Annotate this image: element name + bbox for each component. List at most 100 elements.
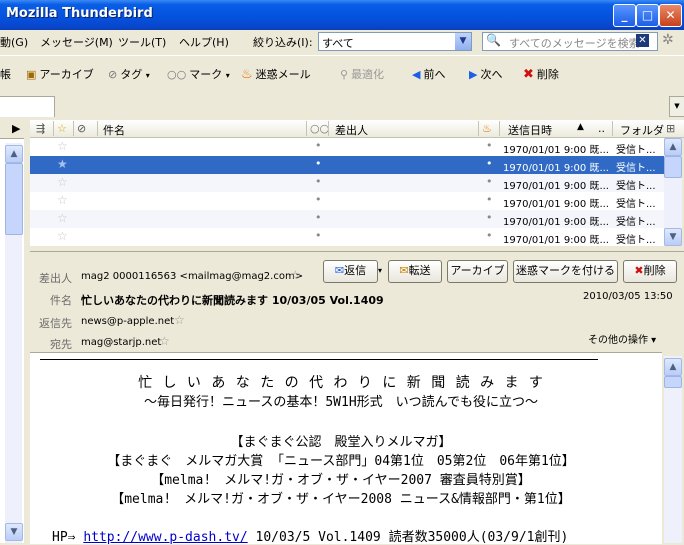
mark-button[interactable]: ○○ マーク ▾	[167, 66, 230, 82]
message-row[interactable]: ☆ • • 1970/01/01 9:00 既... 受信ト...	[30, 228, 664, 246]
junk-dot-icon[interactable]: •	[486, 211, 493, 224]
reply-button[interactable]: ✉返信	[323, 260, 378, 283]
star-column-icon[interactable]: ☆	[57, 122, 67, 135]
read-column-icon[interactable]: ○○	[310, 122, 329, 135]
junk-dot-icon[interactable]: •	[486, 193, 493, 206]
col-sep	[306, 121, 307, 136]
junk-dot-icon[interactable]: •	[486, 139, 493, 152]
archive-header-button[interactable]: アーカイブ	[447, 260, 508, 283]
message-date: 1970/01/01 9:00 既...	[503, 235, 609, 246]
junk-dot-icon[interactable]: •	[486, 157, 493, 170]
next-button[interactable]: ▶ 次へ	[469, 66, 502, 82]
tab-inbox[interactable]	[0, 96, 55, 117]
message-row[interactable]: ☆ • • 1970/01/01 9:00 既... 受信ト...	[30, 174, 664, 192]
next-arrow-icon: ▶	[469, 68, 478, 81]
column-date[interactable]: 送信日時	[508, 122, 552, 138]
archive-button[interactable]: ▣ アーカイブ	[26, 66, 94, 82]
read-dot-icon[interactable]: •	[315, 157, 322, 170]
scroll-thumb[interactable]	[664, 156, 682, 178]
mark-junk-button[interactable]: 迷惑マークを付ける	[513, 260, 618, 283]
junk-dot-icon[interactable]: •	[486, 175, 493, 188]
junk-dot-icon[interactable]: •	[486, 229, 493, 242]
window-title: Mozilla Thunderbird	[6, 6, 153, 21]
body-line-2: ～毎日発行！ニュースの基本！5W1H形式 いつ読んでも役に立つ～	[143, 395, 538, 410]
search-input[interactable]: 🔍 すべてのメッセージを検索	[482, 32, 658, 51]
star-icon[interactable]: ☆	[57, 211, 68, 225]
other-actions-menu[interactable]: その他の操作 ▾	[588, 331, 656, 346]
body-rule	[40, 359, 598, 360]
close-button[interactable]: ✕	[659, 4, 682, 27]
star-icon[interactable]: ☆	[57, 229, 68, 243]
read-dot-icon[interactable]: •	[315, 139, 322, 152]
reply-dropdown-icon[interactable]: ▾	[378, 266, 382, 275]
thread-column-icon[interactable]: ⇶	[36, 122, 45, 135]
folder-scrollbar[interactable]: ▲ ▼	[5, 143, 23, 543]
junk-button[interactable]: ♨ 迷惑メール	[241, 66, 311, 82]
message-row[interactable]: ☆ • • 1970/01/01 9:00 既... 受信ト...	[30, 138, 664, 156]
forward-button[interactable]: ✉転送	[388, 260, 442, 283]
scroll-thumb[interactable]	[664, 376, 682, 388]
delete-header-button[interactable]: ✖削除	[623, 260, 677, 283]
body-line-1: 忙 し い あ な た の 代 わ り に 新 聞 読 み ま す	[138, 375, 544, 391]
tag-button[interactable]: ⊘ タグ ▾	[108, 66, 150, 82]
prev-button[interactable]: ◀ 前へ	[412, 66, 445, 82]
toolbar-partial-label: 帳	[0, 68, 11, 81]
menu-help[interactable]: ヘルプ(H)	[179, 34, 229, 50]
column-folder[interactable]: フォルダ	[620, 122, 664, 138]
from-star-icon[interactable]: ☆	[290, 268, 301, 282]
junk-column-icon[interactable]: ♨	[482, 122, 492, 135]
star-icon[interactable]: ☆	[57, 139, 68, 153]
delete-button[interactable]: ✖ 削除	[523, 66, 559, 82]
column-picker-icon[interactable]: ⊞	[666, 122, 675, 135]
search-icon: 🔍	[486, 33, 501, 47]
menu-message[interactable]: メッセージ(M)	[40, 34, 113, 50]
body-hp-line: HP⇒ http://www.p-dash.tv/ 10/03/5 Vol.14…	[52, 530, 569, 545]
scroll-down-icon[interactable]: ▼	[5, 523, 23, 541]
body-line-5: 【melma! メルマ!ガ・オブ・ザ・イヤー2007 審査員特別賞】	[151, 473, 531, 488]
filter-select[interactable]: すべて ▼	[318, 32, 472, 51]
optimize-button[interactable]: ⚲ 最適化	[340, 66, 384, 82]
col-sep	[612, 121, 613, 136]
scroll-up-icon[interactable]: ▲	[5, 145, 23, 163]
tab-list-chevron-icon[interactable]: ▼	[669, 96, 684, 117]
search-clear-icon[interactable]: ✕	[636, 34, 649, 47]
expand-arrow-icon[interactable]: ▶	[0, 120, 24, 139]
read-dot-icon[interactable]: •	[315, 175, 322, 188]
replyto-value[interactable]: news@p-apple.net	[81, 316, 174, 327]
star-icon[interactable]: ☆	[57, 193, 68, 207]
message-row[interactable]: ☆ • • 1970/01/01 9:00 既... 受信ト...	[30, 192, 664, 210]
read-dot-icon[interactable]: •	[315, 193, 322, 206]
menu-tools[interactable]: ツール(T)	[118, 34, 166, 50]
body-scrollbar[interactable]: ▲	[664, 356, 682, 543]
tag-icon: ⊘	[108, 68, 118, 81]
star-icon[interactable]: ★	[57, 157, 68, 171]
from-value[interactable]: mag2 0000116563 <mailmag@mag2.com>	[81, 271, 303, 282]
to-value[interactable]: mag@starjp.net	[81, 337, 161, 348]
column-sender[interactable]: 差出人	[335, 122, 368, 138]
subject-value: 忙しいあなたの代わりに新聞読みます 10/03/05 Vol.1409	[81, 294, 384, 307]
scroll-up-icon[interactable]: ▲	[664, 358, 682, 376]
message-date: 1970/01/01 9:00 既...	[503, 199, 609, 210]
scroll-up-icon[interactable]: ▲	[664, 138, 682, 156]
col-sep	[97, 121, 98, 136]
column-subject[interactable]: 件名	[103, 122, 125, 138]
attachment-column-icon[interactable]: ⊘	[77, 122, 86, 135]
to-star-icon[interactable]: ☆	[159, 334, 170, 348]
col-sep	[478, 121, 479, 136]
read-dot-icon[interactable]: •	[315, 211, 322, 224]
minimize-button[interactable]: _	[613, 4, 636, 27]
read-dot-icon[interactable]: •	[315, 229, 322, 242]
menu-go[interactable]: 動(G)	[0, 34, 28, 50]
replyto-label: 返信先	[39, 317, 72, 330]
message-folder: 受信ト...	[616, 235, 656, 246]
message-row[interactable]: ☆ • • 1970/01/01 9:00 既... 受信ト...	[30, 210, 664, 228]
scroll-thumb[interactable]	[5, 163, 23, 235]
message-list-scrollbar[interactable]: ▲ ▼	[664, 138, 682, 246]
scroll-down-icon[interactable]: ▼	[664, 228, 682, 246]
message-row-selected[interactable]: ★ • • 1970/01/01 9:00 既... 受信ト...	[30, 156, 664, 174]
star-icon[interactable]: ☆	[57, 175, 68, 189]
chevron-down-icon[interactable]: ▼	[455, 33, 471, 50]
replyto-star-icon[interactable]: ☆	[174, 313, 185, 327]
maximize-button[interactable]: □	[636, 4, 659, 27]
forward-icon: ✉	[399, 264, 409, 277]
